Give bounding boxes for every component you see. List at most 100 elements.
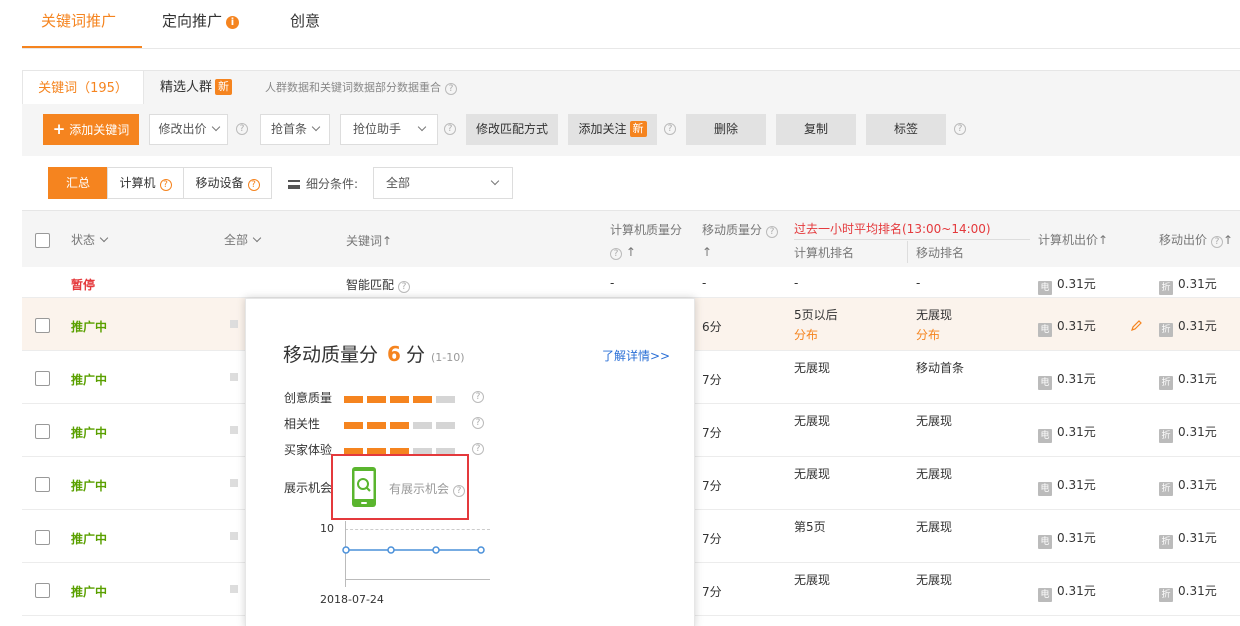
mobile-bid-icon: 折 <box>1159 323 1173 337</box>
pc-bid-header[interactable]: 计算机出价↑ <box>1038 231 1108 248</box>
metric-bar-segment <box>436 422 455 429</box>
bid-text: 0.31元 <box>1057 531 1096 545</box>
segment-mobile[interactable]: 移动设备? <box>183 167 272 199</box>
help-icon[interactable]: ? <box>664 123 676 135</box>
mobile-bid-icon: 折 <box>1159 376 1173 390</box>
status-filter[interactable]: 状态 <box>71 231 109 248</box>
pc-bid-cell[interactable]: 电 0.31元 <box>1038 529 1096 549</box>
row-checkbox[interactable] <box>35 477 50 492</box>
copy-button[interactable]: 复制 <box>776 114 856 145</box>
help-icon[interactable]: ? <box>954 123 966 135</box>
help-icon: ? <box>766 226 779 238</box>
select-all-checkbox[interactable] <box>35 233 50 248</box>
pc-bid-icon: 电 <box>1038 376 1052 390</box>
add-keyword-button[interactable]: + 添加关键词 <box>43 114 139 145</box>
delete-button[interactable]: 删除 <box>686 114 766 145</box>
mobile-rank-header: 移动排名 <box>916 244 964 261</box>
pc-bid-cell[interactable]: 电 0.31元 <box>1038 423 1096 443</box>
mobile-quality-header[interactable]: 移动质量分? ↑ <box>702 219 784 263</box>
top-bid-dropdown[interactable]: 抢首条 <box>260 114 330 145</box>
segment-computer[interactable]: 计算机? <box>107 167 184 199</box>
help-icon[interactable]: ? <box>398 281 411 293</box>
tab-keyword-promo[interactable]: 关键词推广 <box>41 10 116 31</box>
mobile-rank-cell: 无展现 <box>916 308 953 322</box>
mobile-bid-cell[interactable]: 折 0.31元 <box>1159 423 1217 443</box>
mobile-bid-cell[interactable]: 折 0.31元 <box>1159 476 1217 496</box>
status-text: 推广中 <box>71 532 108 546</box>
pc-quality-header[interactable]: 计算机质量分? ↑ <box>610 219 690 263</box>
status-text: 推广中 <box>71 373 108 387</box>
new-badge: 新 <box>215 79 232 95</box>
popover-title-text: 移动质量分 <box>283 344 379 366</box>
pc-rank-cell: 5页以后 <box>794 308 838 322</box>
pc-bid-icon: 电 <box>1038 535 1052 549</box>
learn-more-link[interactable]: 了解详情>> <box>602 347 670 364</box>
pc-rank-cell: 无展现 <box>794 414 831 428</box>
bid-text: 0.31元 <box>1057 319 1096 333</box>
mobile-bid-cell[interactable]: 折 0.31元 <box>1159 317 1217 337</box>
tag-button[interactable]: 标签 <box>866 114 946 145</box>
row-checkbox[interactable] <box>35 424 50 439</box>
row-checkbox[interactable] <box>35 530 50 545</box>
modify-bid-dropdown[interactable]: 修改出价 <box>149 114 228 145</box>
modify-match-button[interactable]: 修改匹配方式 <box>466 114 558 145</box>
pc-bid-cell[interactable]: 电 0.31元 <box>1038 582 1096 602</box>
row-checkbox[interactable] <box>35 371 50 386</box>
mobile-bid-cell[interactable]: 折 0.31元 <box>1159 370 1217 390</box>
status-text: 推广中 <box>71 426 108 440</box>
keyword-header[interactable]: 关键词↑ <box>346 232 392 249</box>
help-icon[interactable]: ? <box>472 391 484 403</box>
button-label: 添加关注 <box>578 122 627 136</box>
help-icon[interactable]: ? <box>444 123 456 135</box>
subtab-crowd[interactable]: 精选人群新 <box>146 70 246 104</box>
info-icon: i <box>226 16 240 29</box>
mobile-rank-distribution-link[interactable]: 分布 <box>916 326 940 343</box>
help-icon[interactable]: ? <box>472 417 484 429</box>
help-icon[interactable]: ? <box>236 123 248 135</box>
mobile-bid-cell[interactable]: 折 0.31元 <box>1159 529 1217 549</box>
segment-summary[interactable]: 汇总 <box>48 167 108 199</box>
edit-icon[interactable] <box>1130 319 1143 332</box>
button-label: 抢首条 <box>270 122 307 136</box>
mobile-quality-cell: 6分 <box>702 320 722 334</box>
pc-bid-cell[interactable]: 电 0.31元 <box>1038 317 1096 337</box>
help-icon[interactable]: ? <box>472 443 484 455</box>
bid-text: 0.31元 <box>1178 319 1217 333</box>
mobile-bid-cell[interactable]: 折 0.31元 <box>1159 582 1217 602</box>
filter-select[interactable]: 全部 <box>373 167 513 199</box>
add-follow-button[interactable]: 添加关注新 <box>568 114 657 145</box>
pc-bid-cell[interactable]: 电 0.31元 <box>1038 275 1096 295</box>
mobile-bid-header[interactable]: 移动出价? ↑ <box>1159 231 1233 248</box>
bid-text: 0.31元 <box>1178 277 1217 291</box>
pc-bid-cell[interactable]: 电 0.31元 <box>1038 370 1096 390</box>
rank-helper-dropdown[interactable]: 抢位助手 <box>340 114 438 145</box>
rank-period-header: 过去一小时平均排名(13:00~14:00) <box>794 220 991 237</box>
pc-bid-cell[interactable]: 电 0.31元 <box>1038 476 1096 496</box>
row-checkbox[interactable] <box>35 318 50 333</box>
status-text: 推广中 <box>71 479 108 493</box>
metric-bar-segment <box>344 396 363 403</box>
list-icon <box>288 180 300 189</box>
metric-bar-segment <box>390 396 409 403</box>
subtab-keywords[interactable]: 关键词（195） <box>22 70 144 104</box>
divider <box>907 241 908 263</box>
button-label: 修改匹配方式 <box>475 122 548 136</box>
help-icon[interactable]: ? <box>445 83 457 95</box>
mobile-bid-icon: 折 <box>1159 482 1173 496</box>
mobile-bid-cell[interactable]: 折 0.31元 <box>1159 275 1217 295</box>
overlap-hint: 人群数据和关键词数据部分数据重合? <box>265 79 457 95</box>
popover-title: 移动质量分 6 分 (1-10) <box>283 340 465 367</box>
table-header: 状态 全部 关键词↑ 计算机质量分? ↑ 移动质量分? ↑ 过去一小时平均排名(1… <box>22 210 1240 267</box>
help-icon[interactable]: ? <box>453 485 466 497</box>
tab-targeting-promo[interactable]: 定向推广 i <box>162 10 240 31</box>
pc-rank-distribution-link[interactable]: 分布 <box>794 326 818 343</box>
row-marker <box>230 479 238 487</box>
row-checkbox[interactable] <box>35 583 50 598</box>
all-filter[interactable]: 全部 <box>224 231 262 248</box>
button-label: 添加关键词 <box>69 123 130 137</box>
button-label: 标签 <box>893 122 918 136</box>
pc-bid-icon: 电 <box>1038 588 1052 602</box>
score-unit: 分 <box>405 344 425 366</box>
divider <box>794 239 1030 240</box>
tab-creative[interactable]: 创意 <box>290 10 320 31</box>
